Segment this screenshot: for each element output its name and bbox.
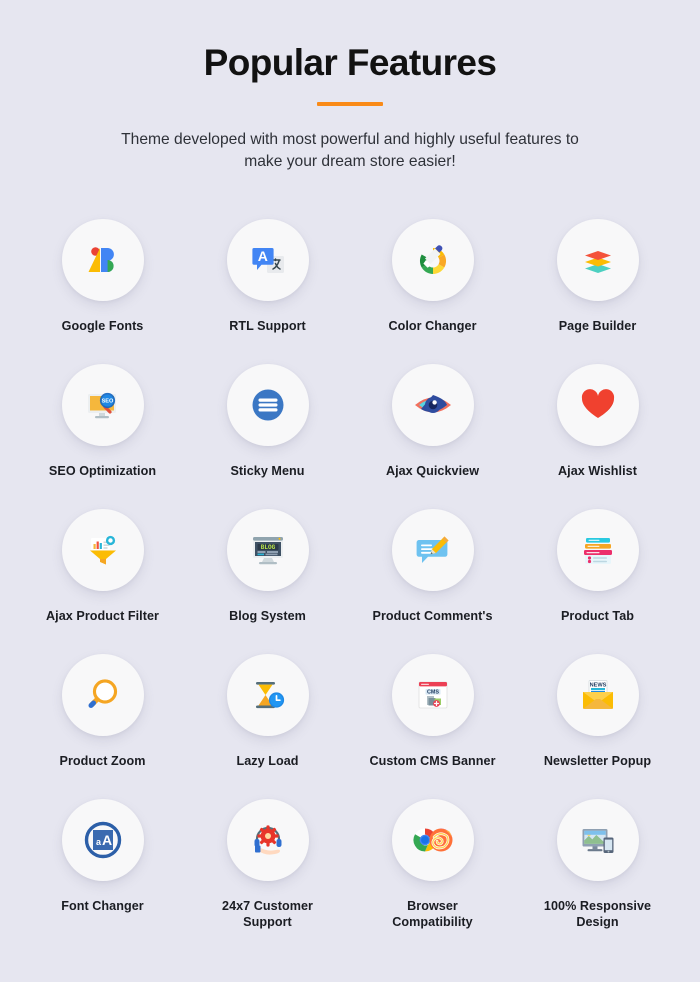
headset-support-icon: [248, 820, 288, 860]
icon-circle: [391, 798, 474, 881]
page-subtitle: Theme developed with most powerful and h…: [121, 130, 579, 171]
feature-item-google-fonts[interactable]: Google Fonts: [20, 218, 185, 364]
feature-label: Lazy Load: [236, 753, 299, 768]
svg-text:SEO: SEO: [101, 398, 113, 404]
icon-circle: [556, 508, 639, 591]
feature-item-blog-system[interactable]: BLOG Blog System: [185, 508, 350, 654]
feature-item-customer-support[interactable]: 24x7 Customer Support: [185, 798, 350, 944]
icon-circle: SEO: [61, 363, 144, 446]
icon-circle: [391, 508, 474, 591]
feature-label: Ajax Wishlist: [558, 463, 637, 478]
feature-item-product-tab[interactable]: Product Tab: [515, 508, 680, 654]
icon-circle: [391, 363, 474, 446]
feature-label: Ajax Product Filter: [46, 608, 159, 623]
browsers-icon: [411, 820, 455, 860]
features-page: Popular Features Theme developed with mo…: [0, 0, 700, 982]
feature-label: Product Tab: [560, 608, 635, 623]
svg-text:A: A: [257, 248, 267, 264]
feature-item-browser-compatibility[interactable]: Browser Compatibility: [350, 798, 515, 944]
feature-item-seo-optimization[interactable]: SEO SEO Optimization: [20, 363, 185, 509]
magnifier-icon: [83, 675, 123, 715]
icon-circle: [391, 218, 474, 301]
icon-circle: [226, 653, 309, 736]
feature-item-product-comments[interactable]: Product Comment's: [350, 508, 515, 654]
feature-label: Page Builder: [558, 318, 637, 333]
feature-item-color-changer[interactable]: Color Changer: [350, 218, 515, 364]
newsletter-envelope-icon: NEWS: [578, 675, 618, 715]
feature-item-ajax-quickview[interactable]: Ajax Quickview: [350, 363, 515, 509]
seo-monitor-magnifier-icon: SEO: [83, 385, 123, 425]
google-fonts-icon: [83, 240, 123, 280]
feature-label: Sticky Menu: [230, 463, 305, 478]
page-title: Popular Features: [203, 42, 497, 83]
svg-text:BLOG: BLOG: [260, 544, 275, 551]
feature-item-page-builder[interactable]: Page Builder: [515, 218, 680, 364]
svg-text:A: A: [101, 832, 111, 848]
heart-icon: [578, 385, 618, 425]
eyedropper-color-wheel-icon: [413, 240, 453, 280]
funnel-chart-icon: [83, 530, 123, 570]
hamburger-menu-icon: [248, 385, 288, 425]
feature-item-responsive-design[interactable]: 100% Responsive Design: [515, 798, 680, 944]
translate-icon: A: [248, 240, 288, 280]
eye-icon: [412, 384, 454, 426]
feature-label: SEO Optimization: [48, 463, 157, 478]
cms-browser-icon: CMS: [413, 675, 453, 715]
feature-item-sticky-menu[interactable]: Sticky Menu: [185, 363, 350, 509]
icon-circle: CMS: [391, 653, 474, 736]
feature-item-newsletter-popup[interactable]: NEWS Newsletter Popup: [515, 653, 680, 799]
feature-label: Ajax Quickview: [385, 463, 480, 478]
feature-label: Product Zoom: [59, 753, 146, 768]
feature-label: RTL Support: [229, 318, 306, 333]
icon-circle: [226, 363, 309, 446]
page-header: Popular Features Theme developed with mo…: [0, 0, 700, 174]
icon-circle: NEWS: [556, 653, 639, 736]
feature-label: Font Changer: [61, 898, 144, 913]
icon-circle: [61, 653, 144, 736]
features-grid: Google Fonts A RTL Support Color Changer…: [20, 218, 680, 944]
feature-label: Newsletter Popup: [543, 753, 652, 768]
feature-item-custom-cms-banner[interactable]: CMS Custom CMS Banner: [350, 653, 515, 799]
feature-label: Custom CMS Banner: [369, 753, 496, 768]
icon-circle: BLOG: [226, 508, 309, 591]
responsive-devices-icon: [578, 820, 618, 860]
icon-circle: [61, 218, 144, 301]
icon-circle: A: [226, 218, 309, 301]
feature-item-rtl-support[interactable]: A RTL Support: [185, 218, 350, 364]
feature-item-product-zoom[interactable]: Product Zoom: [20, 653, 185, 799]
comment-pencil-icon: [413, 530, 453, 570]
icon-circle: [556, 798, 639, 881]
blog-monitor-icon: BLOG: [248, 530, 288, 570]
feature-label: Browser Compatibility: [392, 898, 473, 930]
feature-label: Color Changer: [388, 318, 477, 333]
svg-text:CMS: CMS: [427, 689, 439, 695]
icon-circle: [556, 218, 639, 301]
feature-item-ajax-wishlist[interactable]: Ajax Wishlist: [515, 363, 680, 509]
icon-circle: a A: [61, 798, 144, 881]
icon-circle: [226, 798, 309, 881]
font-size-icon: a A: [82, 819, 124, 861]
feature-label: Blog System: [229, 608, 306, 623]
tabs-panel-icon: [578, 530, 618, 570]
feature-label: Product Comment's: [372, 608, 493, 623]
hourglass-clock-icon: [248, 675, 288, 715]
icon-circle: [61, 508, 144, 591]
feature-item-lazy-load[interactable]: Lazy Load: [185, 653, 350, 799]
icon-circle: [556, 363, 639, 446]
feature-label: 24x7 Customer Support: [222, 898, 313, 930]
layers-icon: [578, 240, 618, 280]
feature-item-font-changer[interactable]: a A Font Changer: [20, 798, 185, 944]
title-underline: [317, 101, 383, 106]
feature-label: 100% Responsive Design: [543, 898, 652, 930]
svg-text:NEWS: NEWS: [589, 682, 606, 688]
feature-item-ajax-product-filter[interactable]: Ajax Product Filter: [20, 508, 185, 654]
feature-label: Google Fonts: [61, 318, 144, 333]
